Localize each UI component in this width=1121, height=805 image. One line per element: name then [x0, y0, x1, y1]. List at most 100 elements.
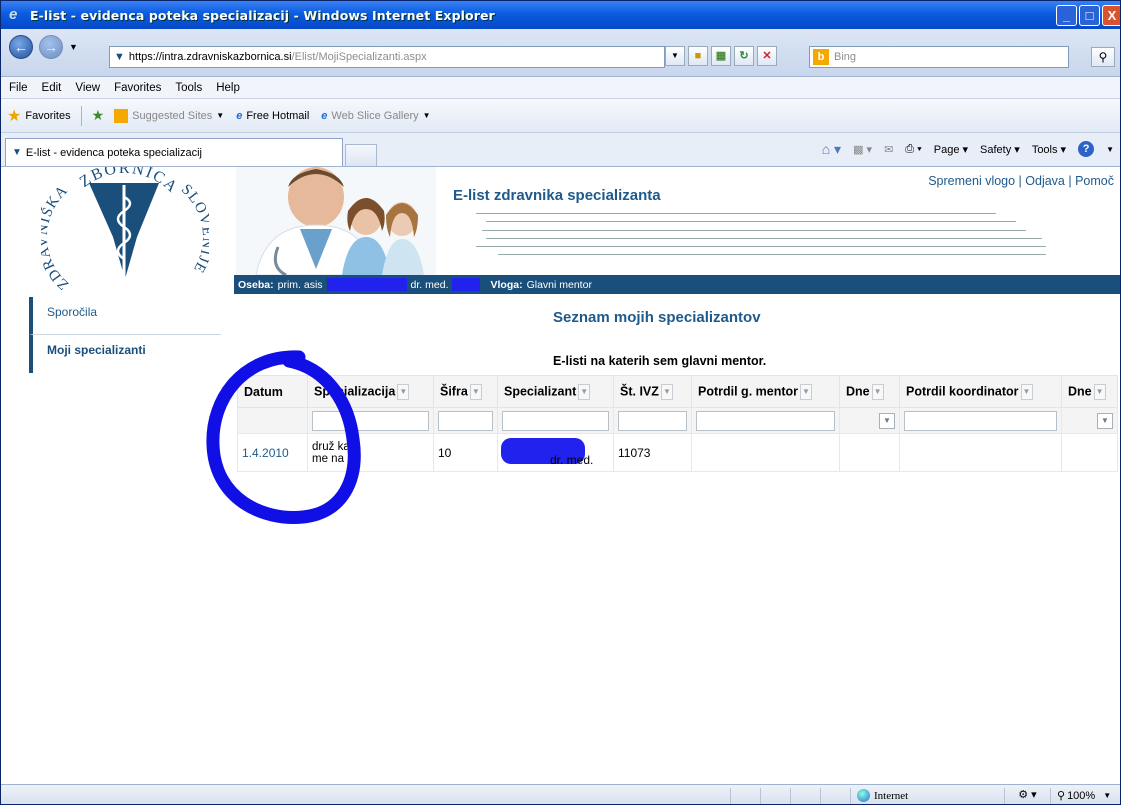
lock-icon[interactable]: ■: [688, 46, 708, 66]
column-label: Dne: [1068, 383, 1092, 398]
search-placeholder: Bing: [834, 51, 857, 63]
filter-input-st-ivz[interactable]: [618, 410, 687, 431]
tab-active[interactable]: ▼ E-list - evidenca poteka specializacij: [5, 138, 343, 166]
web-slice-gallery-link[interactable]: Web Slice Gallery: [331, 110, 418, 122]
sort-dropdown-icon[interactable]: ▼: [800, 383, 812, 400]
free-hotmail-link[interactable]: Free Hotmail: [246, 110, 309, 122]
maximize-button[interactable]: □: [1079, 5, 1100, 26]
column-header-st-ivz[interactable]: Št. IVZ ▼: [613, 375, 692, 408]
sort-dropdown-icon[interactable]: ▼: [397, 383, 410, 400]
url-scheme: https://: [128, 51, 162, 63]
filter-select-dne[interactable]: ▼: [879, 412, 895, 429]
filter-input-potrdil-g-mentor[interactable]: [696, 410, 835, 431]
zone-label: Internet: [874, 789, 909, 802]
search-button[interactable]: ⚲: [1091, 47, 1115, 67]
menu-edit[interactable]: Edit: [42, 82, 62, 94]
doctors-photo: [236, 167, 436, 275]
minimize-button[interactable]: _: [1056, 5, 1077, 26]
separator: [80, 105, 82, 126]
zoom-label: 100%: [1067, 789, 1096, 802]
table-header-row: Datum Specializacija ▼ Šifra ▼ Specializan…: [237, 375, 1118, 408]
zoom-control[interactable]: ⚲ 100% ▼: [1050, 787, 1120, 804]
table-row[interactable]: 1.4.2010 druž ka me na 10 dr. med. 11073: [237, 433, 1118, 472]
compatibility-view-icon[interactable]: ▦: [711, 46, 731, 66]
dropdown-icon[interactable]: ▼: [216, 111, 224, 120]
zbornica-logo: ZBORNICA ZDRAVNIŠKA SLOVENIJE: [41, 167, 209, 293]
dropdown-icon[interactable]: ▼: [1106, 145, 1114, 154]
column-header-potrdil-g-mentor[interactable]: Potrdil g. mentor ▼: [691, 375, 840, 408]
decor-line: [476, 213, 996, 214]
menu-favorites[interactable]: Favorites: [114, 82, 161, 94]
print-icon[interactable]: ⎙ ▾: [905, 143, 921, 156]
help-link[interactable]: Pomoč: [1075, 174, 1114, 188]
filter-row: ▼ ▼: [237, 407, 1118, 434]
change-role-link[interactable]: Spremeni vlogo: [928, 174, 1015, 188]
column-header-sifra[interactable]: Šifra ▼: [433, 375, 498, 408]
link-separator: |: [1015, 174, 1026, 188]
top-links: Spremeni vlogo | Odjava | Pomoč: [928, 174, 1114, 188]
menu-tools[interactable]: Tools: [175, 82, 202, 94]
page-menu[interactable]: Page ▾: [934, 143, 968, 156]
suggested-sites-link[interactable]: Suggested Sites: [132, 110, 212, 122]
security-zone[interactable]: Internet: [850, 787, 1004, 804]
safety-menu-label: Safety: [980, 143, 1012, 156]
protected-mode-icon[interactable]: ⚙ ▾: [1004, 787, 1050, 804]
column-label: Specializant: [504, 383, 577, 398]
sort-dropdown-icon[interactable]: ▼: [578, 383, 591, 400]
filter-select-dne-2[interactable]: ▼: [1097, 412, 1113, 429]
favorites-button[interactable]: Favorites: [25, 110, 70, 122]
history-dropdown-icon[interactable]: ▼: [69, 42, 78, 52]
status-cell: [820, 787, 850, 804]
feeds-icon[interactable]: ▩ ▾: [853, 143, 872, 156]
menu-view[interactable]: View: [75, 82, 100, 94]
home-icon[interactable]: ⌂ ▾: [822, 141, 841, 158]
tools-menu[interactable]: Tools ▾: [1032, 143, 1066, 156]
dropdown-icon: ▼: [1103, 791, 1112, 800]
filter-cell: ▼: [839, 407, 900, 434]
sort-dropdown-icon[interactable]: ▼: [469, 383, 482, 400]
sidebar-item-moji-specializanti[interactable]: Moji specializanti: [29, 335, 221, 373]
sort-dropdown-icon[interactable]: ▼: [660, 383, 673, 400]
column-header-dne[interactable]: Dne ▼: [839, 375, 900, 408]
address-input[interactable]: ▼ https:// intra.zdravniskazbornica.si /…: [109, 46, 665, 68]
cell-text: 11073: [618, 445, 651, 460]
filter-cell: [613, 407, 692, 434]
column-label: Šifra: [440, 383, 468, 398]
back-button[interactable]: ←: [9, 35, 33, 59]
logout-link[interactable]: Odjava: [1025, 174, 1065, 188]
column-header-potrdil-koordinator[interactable]: Potrdil koordinator ▼: [899, 375, 1062, 408]
close-button[interactable]: X: [1102, 5, 1120, 26]
redaction-mark: [326, 278, 407, 291]
cell-sifra: 10: [433, 433, 498, 472]
status-cell: [730, 787, 760, 804]
sort-dropdown-icon[interactable]: ▼: [871, 383, 884, 400]
stop-icon[interactable]: ✕: [757, 46, 777, 66]
ie-page-icon: e: [236, 109, 243, 122]
column-header-specializant[interactable]: Specializant ▼: [497, 375, 614, 408]
search-input[interactable]: b Bing: [809, 46, 1069, 68]
url-host: intra.zdravniskazbornica.si: [161, 51, 292, 63]
filter-cell: [433, 407, 498, 434]
refresh-icon[interactable]: ↻: [734, 46, 754, 66]
read-mail-icon[interactable]: ✉: [884, 143, 893, 156]
tab-title: E-list - evidenca poteka specializacij: [25, 146, 202, 159]
filter-input-potrdil-koordinator[interactable]: [904, 410, 1057, 431]
forward-button[interactable]: →: [39, 35, 63, 59]
new-tab-button[interactable]: [345, 144, 377, 166]
sort-dropdown-icon[interactable]: ▼: [1020, 383, 1033, 400]
title-bar: e E-list - evidenca poteka specializacij…: [1, 1, 1120, 29]
safety-menu[interactable]: Safety ▾: [980, 143, 1020, 156]
column-header-dne-2[interactable]: Dne ▼: [1061, 375, 1118, 408]
sidebar-item-sporocila[interactable]: Sporočila: [29, 297, 221, 335]
cell-dne: [839, 433, 900, 472]
menu-file[interactable]: File: [9, 82, 28, 94]
dropdown-icon[interactable]: ▼: [423, 111, 431, 120]
add-favorite-icon[interactable]: ★: [92, 107, 105, 124]
sort-dropdown-icon[interactable]: ▼: [1093, 383, 1106, 400]
logo-text-left: ZDRAVNIŠKA: [41, 182, 72, 292]
help-icon[interactable]: ?: [1078, 141, 1095, 157]
menu-help[interactable]: Help: [216, 82, 240, 94]
filter-input-sifra[interactable]: [438, 410, 493, 431]
address-dropdown-icon[interactable]: ▼: [665, 46, 685, 66]
filter-input-specializant[interactable]: [502, 410, 609, 431]
